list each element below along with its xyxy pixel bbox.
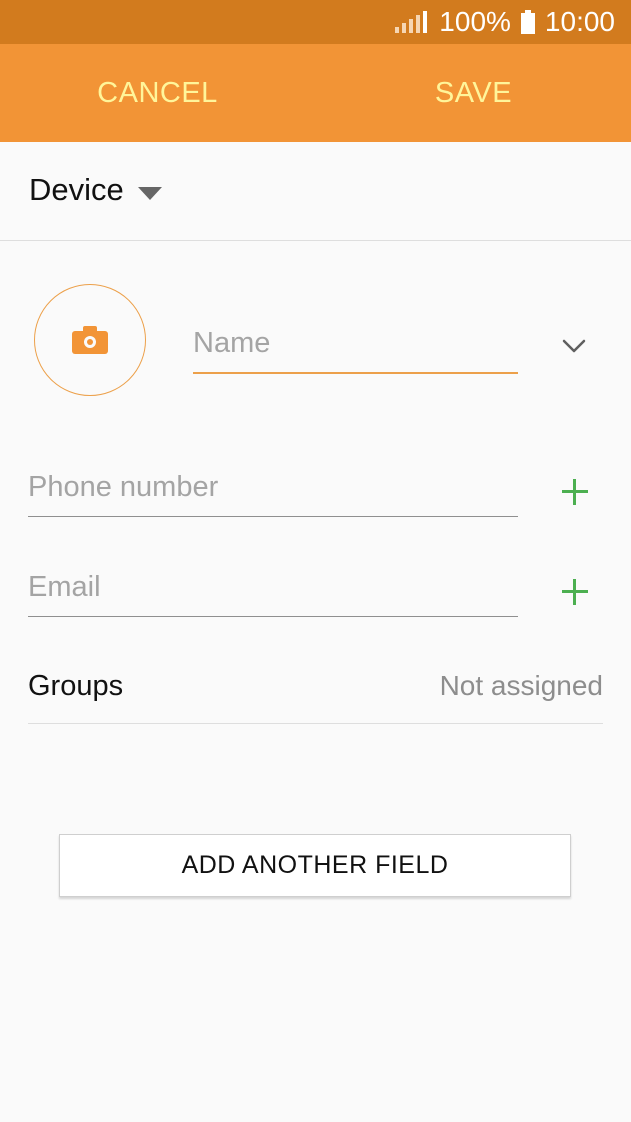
account-selector[interactable]: Device bbox=[0, 142, 631, 241]
groups-value: Not assigned bbox=[439, 670, 603, 701]
contact-photo-button[interactable] bbox=[34, 284, 146, 396]
status-time: 10:00 bbox=[544, 6, 615, 37]
account-label: Device bbox=[29, 172, 124, 207]
add-phone-plus-icon[interactable] bbox=[562, 479, 588, 505]
email-input[interactable] bbox=[28, 568, 518, 606]
camera-icon bbox=[72, 326, 108, 354]
groups-label: Groups bbox=[28, 670, 124, 702]
chevron-down-icon[interactable] bbox=[560, 334, 588, 358]
phone-field-container bbox=[28, 460, 518, 517]
add-another-field-button[interactable]: ADD ANOTHER FIELD bbox=[59, 834, 571, 897]
battery-percentage: 100% bbox=[439, 6, 511, 37]
battery-icon bbox=[520, 10, 535, 34]
add-email-plus-icon[interactable] bbox=[562, 579, 588, 605]
save-button[interactable]: SAVE bbox=[316, 44, 631, 142]
cancel-button[interactable]: CANCEL bbox=[0, 44, 315, 142]
phone-number-input[interactable] bbox=[28, 468, 518, 506]
name-field-container bbox=[193, 318, 518, 374]
signal-icon bbox=[395, 11, 428, 33]
caret-down-icon[interactable] bbox=[138, 187, 162, 200]
name-input[interactable] bbox=[193, 324, 518, 362]
app-bar: CANCEL SAVE bbox=[0, 44, 631, 142]
email-field-container bbox=[28, 560, 518, 617]
status-indicators: 100% 10:00 bbox=[395, 0, 615, 44]
status-bar: 100% 10:00 bbox=[0, 0, 631, 44]
groups-row[interactable]: Groups Not assigned bbox=[28, 652, 603, 724]
